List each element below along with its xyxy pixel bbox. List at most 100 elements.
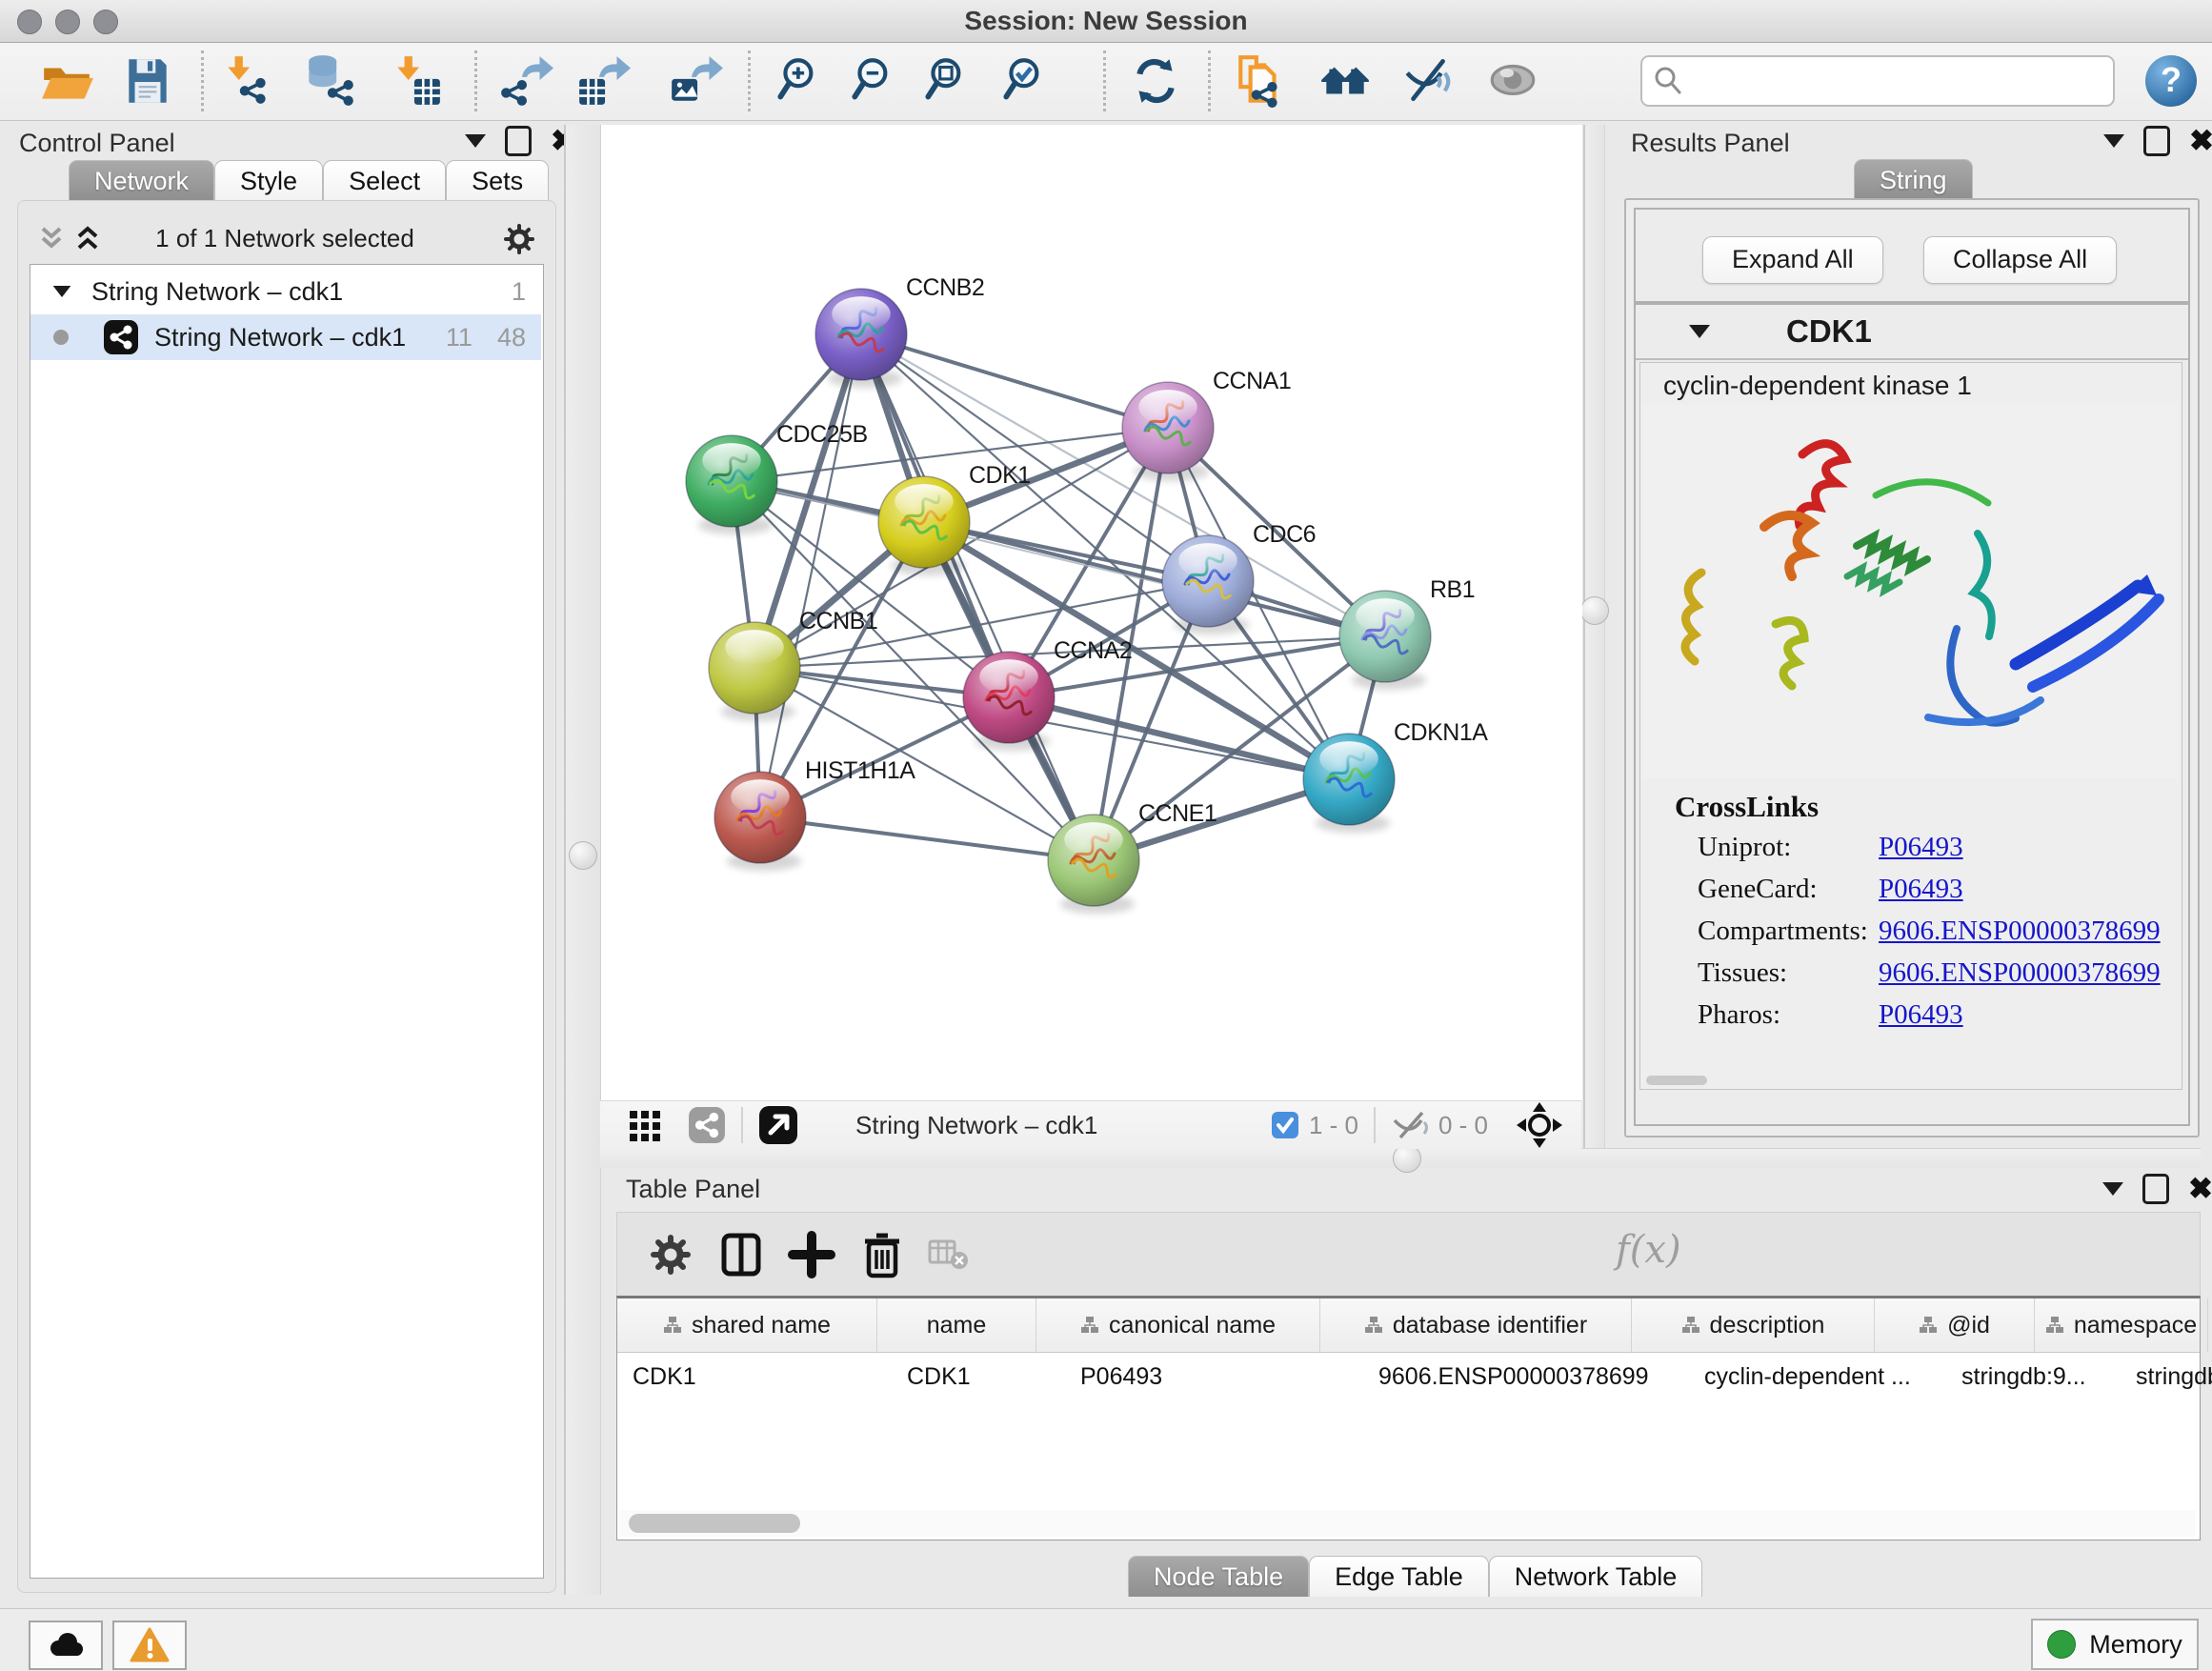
column-header-canonical-name[interactable]: canonical name bbox=[1036, 1299, 1320, 1352]
network-node-HIST1H1A[interactable]: HIST1H1A bbox=[714, 757, 915, 871]
collapse-all-button[interactable]: Collapse All bbox=[1923, 236, 2117, 284]
import-network-file-icon[interactable] bbox=[219, 53, 274, 109]
float-panel-icon[interactable] bbox=[2143, 126, 2170, 156]
zoom-in-icon[interactable] bbox=[774, 53, 829, 109]
delete-column-icon[interactable] bbox=[857, 1230, 907, 1279]
warning-status-button[interactable] bbox=[112, 1621, 187, 1670]
left-splitter[interactable] bbox=[564, 125, 601, 1595]
tab-select[interactable]: Select bbox=[323, 160, 446, 201]
apply-layout-icon[interactable] bbox=[1128, 53, 1183, 109]
import-table-file-icon[interactable] bbox=[389, 53, 444, 109]
entry-expander-icon[interactable] bbox=[1689, 325, 1710, 338]
navbar-separator bbox=[1374, 1107, 1376, 1143]
import-network-database-icon[interactable] bbox=[303, 53, 358, 109]
bottom-splitter[interactable] bbox=[600, 1148, 2201, 1168]
add-column-icon[interactable] bbox=[787, 1230, 836, 1279]
table-cell[interactable]: CDK1 bbox=[892, 1353, 1065, 1400]
column-header-database-identifier[interactable]: database identifier bbox=[1320, 1299, 1632, 1352]
tab-node-table[interactable]: Node Table bbox=[1128, 1556, 1309, 1597]
table-scrollbar-track[interactable] bbox=[619, 1510, 2196, 1537]
float-panel-icon[interactable] bbox=[2142, 1174, 2169, 1204]
zoom-out-icon[interactable] bbox=[848, 53, 903, 109]
crosslink-link[interactable]: P06493 bbox=[1879, 874, 1963, 905]
search-icon bbox=[1652, 65, 1684, 97]
home-icon[interactable] bbox=[1317, 53, 1373, 109]
panel-menu-icon[interactable] bbox=[2102, 1182, 2123, 1196]
share-view-icon[interactable] bbox=[688, 1106, 726, 1144]
view-grid-icon[interactable] bbox=[627, 1106, 665, 1144]
close-panel-icon[interactable]: ✖ bbox=[2188, 1177, 2212, 1201]
network-edge[interactable] bbox=[760, 334, 861, 817]
column-header--id[interactable]: @id bbox=[1875, 1299, 2035, 1352]
birdseye-crosshair-icon[interactable] bbox=[1515, 1100, 1564, 1150]
right-splitter-handle[interactable] bbox=[1580, 596, 1609, 625]
network-edge[interactable] bbox=[861, 334, 1168, 428]
right-splitter[interactable] bbox=[1583, 125, 1605, 1148]
expand-all-chevron-icon[interactable] bbox=[71, 223, 104, 255]
collapse-all-chevron-icon[interactable] bbox=[35, 223, 68, 255]
tab-string[interactable]: String bbox=[1854, 159, 1973, 200]
close-panel-icon[interactable]: ✖ bbox=[2189, 129, 2212, 153]
collection-expander-icon[interactable] bbox=[53, 286, 71, 297]
network-canvas[interactable]: CCNB2CCNA1CDC25BCDK1CDC6RB1CCNB1CCNA2CDK… bbox=[600, 125, 1582, 1100]
crosslink-link[interactable]: P06493 bbox=[1879, 999, 1963, 1031]
expand-all-button[interactable]: Expand All bbox=[1702, 236, 1883, 284]
table-options-gear-icon[interactable] bbox=[646, 1230, 695, 1279]
float-panel-icon[interactable] bbox=[505, 126, 532, 156]
export-network-icon[interactable] bbox=[498, 53, 553, 109]
zoom-selected-icon[interactable] bbox=[999, 53, 1055, 109]
tab-network-table[interactable]: Network Table bbox=[1489, 1556, 1703, 1597]
export-image-icon[interactable] bbox=[668, 53, 723, 109]
save-session-icon[interactable] bbox=[120, 53, 175, 109]
tab-style[interactable]: Style bbox=[214, 160, 323, 201]
tab-sets[interactable]: Sets bbox=[446, 160, 549, 201]
help-button[interactable]: ? bbox=[2145, 55, 2197, 107]
panel-menu-icon[interactable] bbox=[2103, 134, 2124, 148]
table-cell[interactable]: stringdb bbox=[2121, 1353, 2212, 1400]
column-header-name[interactable]: name bbox=[877, 1299, 1036, 1352]
selected-checkbox-icon[interactable] bbox=[1271, 1111, 1299, 1139]
hide-selected-icon[interactable] bbox=[1399, 53, 1455, 109]
crosslink-link[interactable]: P06493 bbox=[1879, 832, 1963, 863]
table-cell[interactable]: CDK1 bbox=[617, 1353, 892, 1400]
zoom-fit-icon[interactable] bbox=[921, 53, 976, 109]
table-cell[interactable]: cyclin-dependent ... bbox=[1689, 1353, 1946, 1400]
open-in-new-window-icon[interactable] bbox=[758, 1105, 798, 1145]
network-node-CDKN1A[interactable]: CDKN1A bbox=[1303, 719, 1488, 833]
column-header-description[interactable]: description bbox=[1632, 1299, 1875, 1352]
network-from-document-icon[interactable] bbox=[1233, 53, 1288, 109]
left-splitter-handle[interactable] bbox=[569, 841, 597, 870]
network-row[interactable]: String Network – cdk1 11 48 bbox=[30, 314, 541, 360]
network-collection-row[interactable]: String Network – cdk1 1 bbox=[30, 269, 541, 314]
crosslink-link[interactable]: 9606.ENSP00000378699 bbox=[1879, 957, 2161, 989]
memory-button[interactable]: Memory bbox=[2031, 1619, 2199, 1670]
table-cell[interactable]: stringdb:9... bbox=[1946, 1353, 2121, 1400]
tab-network[interactable]: Network bbox=[69, 160, 214, 201]
column-header-shared-name[interactable]: shared name bbox=[617, 1299, 877, 1352]
export-table-icon[interactable] bbox=[575, 53, 631, 109]
network-options-gear-icon[interactable] bbox=[500, 220, 538, 258]
table-cell[interactable]: P06493 bbox=[1065, 1353, 1363, 1400]
cdk1-entry-header[interactable]: CDK1 bbox=[1636, 305, 2188, 360]
table-row[interactable]: CDK1CDK1P064939606.ENSP00000378699cyclin… bbox=[617, 1353, 2200, 1400]
show-columns-icon[interactable] bbox=[716, 1230, 766, 1279]
network-edge[interactable] bbox=[760, 817, 1094, 860]
crosslink-link[interactable]: 9606.ENSP00000378699 bbox=[1879, 916, 2161, 947]
network-edge[interactable] bbox=[924, 522, 1385, 636]
network-node-RB1[interactable]: RB1 bbox=[1339, 576, 1475, 690]
panel-menu-icon[interactable] bbox=[465, 134, 486, 148]
network-list-header: 1 of 1 Network selected bbox=[28, 218, 544, 260]
network-node-CDK1[interactable]: CDK1 bbox=[878, 462, 1031, 575]
column-header-namespace[interactable]: namespace bbox=[2035, 1299, 2208, 1352]
network-node-CDC6[interactable]: CDC6 bbox=[1162, 521, 1316, 634]
table-scrollbar-thumb[interactable] bbox=[629, 1514, 800, 1533]
tab-edge-table[interactable]: Edge Table bbox=[1309, 1556, 1489, 1597]
open-session-icon[interactable] bbox=[39, 53, 94, 109]
search-input[interactable] bbox=[1640, 55, 2115, 107]
crosslinks-scrollbar[interactable] bbox=[1646, 1076, 1707, 1085]
table-cell[interactable]: 9606.ENSP00000378699 bbox=[1363, 1353, 1689, 1400]
network-node-CCNB1[interactable]: CCNB1 bbox=[709, 608, 877, 721]
cloud-status-button[interactable] bbox=[29, 1621, 103, 1670]
show-all-icon[interactable] bbox=[1485, 53, 1540, 109]
network-status-dot-icon bbox=[53, 330, 69, 345]
